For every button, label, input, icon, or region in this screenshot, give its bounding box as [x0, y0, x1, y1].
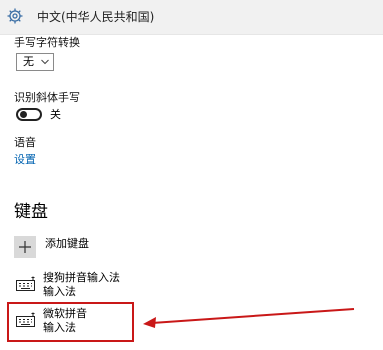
keyboard-section-title: 键盘 [14, 202, 48, 222]
add-keyboard-button[interactable] [14, 236, 36, 258]
plus-icon [19, 241, 31, 253]
settings-header: 中文(中华人民共和国) [0, 0, 383, 35]
keyboard-type: 输入法 [43, 285, 76, 298]
handwriting-conversion-select[interactable]: 无 [16, 53, 54, 71]
speech-settings-link[interactable]: 设置 [14, 153, 36, 167]
italic-handwriting-toggle[interactable] [16, 108, 42, 121]
handwriting-conversion-label: 手写字符转换 [14, 36, 80, 49]
speech-label: 语音 [14, 136, 36, 149]
page-title: 中文(中华人民共和国) [37, 10, 155, 24]
italic-handwriting-label: 识别斜体手写 [14, 91, 80, 104]
gear-icon [6, 7, 24, 25]
select-value: 无 [23, 55, 34, 68]
keyboard-icon [16, 276, 38, 292]
highlight-box [7, 302, 134, 342]
keyboard-name: 搜狗拼音输入法 [43, 271, 120, 284]
toggle-knob [20, 111, 27, 118]
add-keyboard-label[interactable]: 添加键盘 [45, 237, 89, 251]
keyboard-item-sogou[interactable]: 搜狗拼音输入法 输入法 [10, 270, 340, 302]
toggle-state-text: 关 [50, 108, 61, 121]
chevron-down-icon [41, 59, 49, 65]
annotation-arrow [143, 308, 355, 328]
